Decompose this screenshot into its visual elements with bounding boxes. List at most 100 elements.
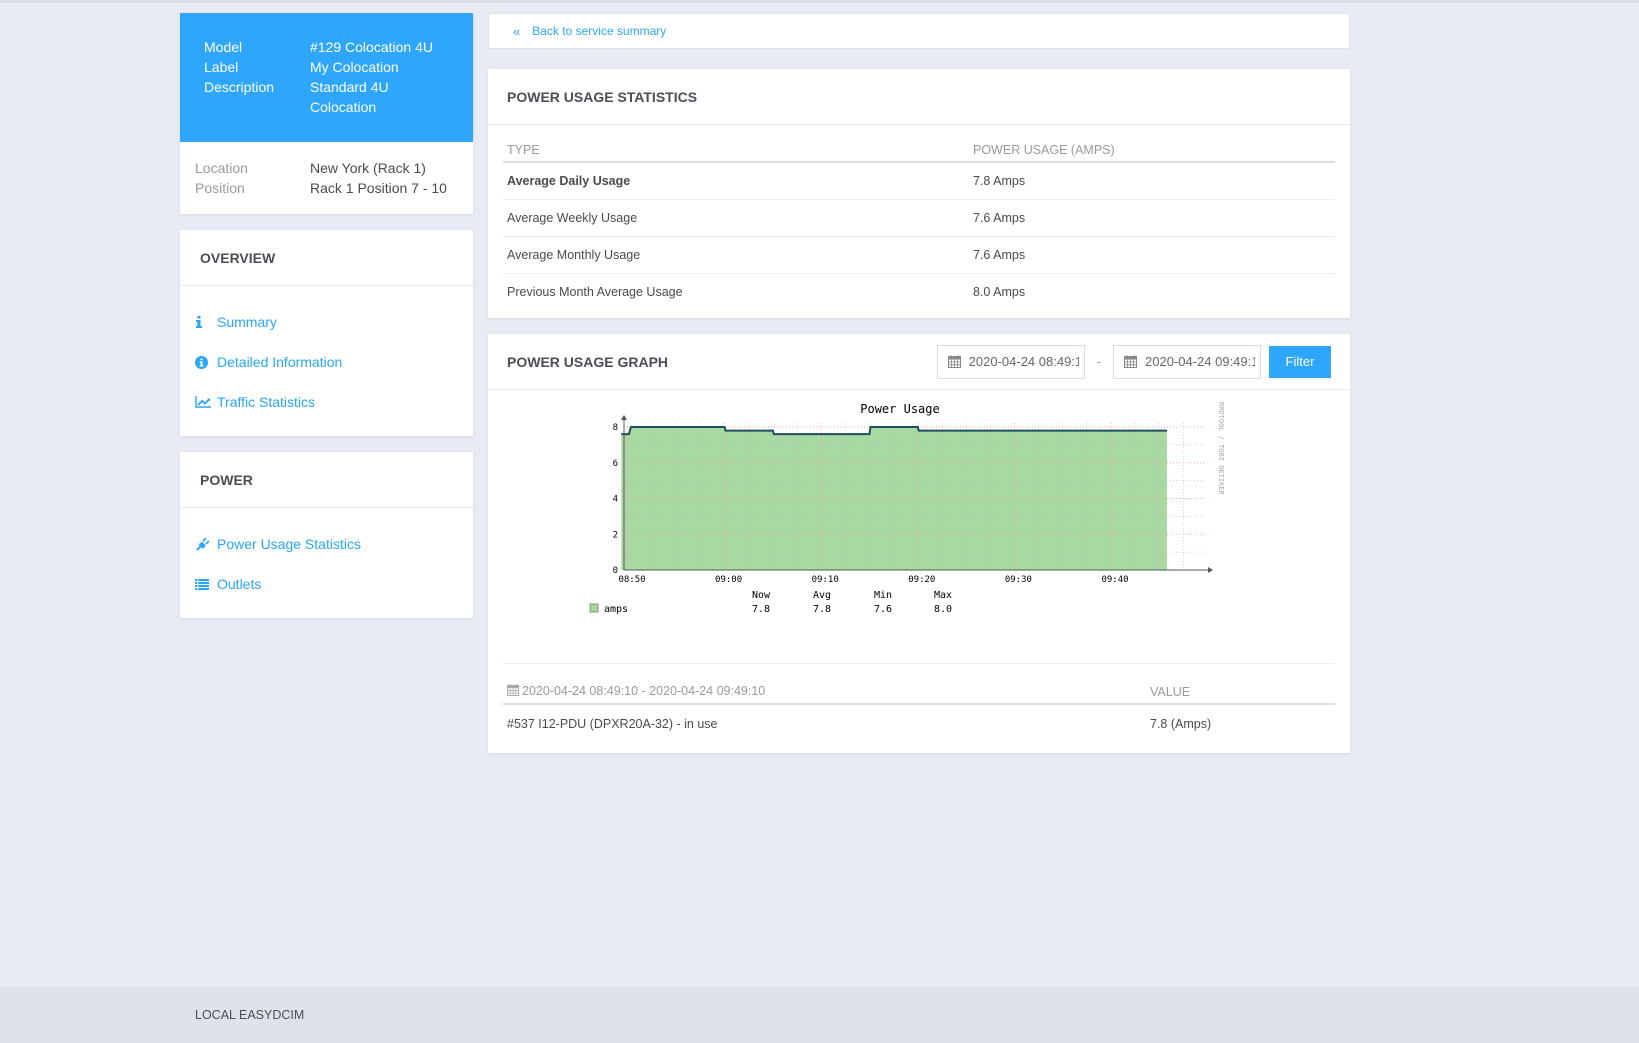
double-chevron-left-icon: « [513,23,521,39]
filter-button[interactable]: Filter [1269,345,1331,378]
overview-nav-card: OVERVIEW Summary Detailed Information Tr… [180,230,473,436]
panel-header: POWER USAGE GRAPH - Filter [488,334,1350,390]
pdu-value: 7.8 (Amps) [1150,717,1212,731]
line-chart-icon [195,396,217,408]
table-row: Previous Month Average Usage 8.0 Amps [503,274,1335,311]
field-label: Position [195,180,245,196]
power-usage-graph-panel: POWER USAGE GRAPH - Filter [488,334,1350,753]
date-filter: - Filter [936,344,1331,379]
power-title: POWER [180,452,473,508]
sidebar-item-detailed-information[interactable]: Detailed Information [195,342,458,382]
field-value: My Colocation [310,59,399,75]
table-row: #537 I12-PDU (DPXR20A-32) - in use 7.8 (… [503,704,1335,743]
panel-body: TYPE POWER USAGE (AMPS) Average Daily Us… [488,125,1350,318]
back-bar: « Back to service summary [488,13,1350,49]
sidebar-item-label: Summary [217,314,277,330]
table-header-row: 2020-04-24 08:49:10 - 2020-04-24 09:49:1… [503,678,1335,705]
sidebar-item-outlets[interactable]: Outlets [195,564,458,604]
y-tick-label: 2 [613,530,618,540]
x-tick-label: 09:00 [715,575,742,585]
field-value: Standard 4U Colocation [310,79,389,115]
pdu-name: #537 I12-PDU (DPXR20A-32) - in use [507,717,718,731]
info-icon [195,316,217,328]
calendar-icon [1124,355,1137,368]
left-column: Model #129 Colocation 4U Label My Coloca… [180,13,473,618]
service-location: Location New York (Rack 1) Position Rack… [180,142,473,214]
main-column: « Back to service summary POWER USAGE ST… [488,13,1350,753]
table-row: Average Monthly Usage 7.6 Amps [503,236,1335,274]
usage-type: Average Weekly Usage [503,199,969,237]
plug-icon [195,537,217,551]
x-tick-label: 09:40 [1101,575,1128,585]
sidebar-item-power-usage-statistics[interactable]: Power Usage Statistics [195,524,458,564]
column-header-range: 2020-04-24 08:49:10 - 2020-04-24 09:49:1… [503,678,1146,705]
legend-value-max: 8.0 [934,604,952,615]
panel-header: POWER USAGE STATISTICS [488,69,1350,125]
footer-label: LOCAL EASYDCIM [195,1008,305,1022]
sidebar-item-label: Power Usage Statistics [217,536,361,552]
x-tick-label: 09:30 [1005,575,1032,585]
sidebar-item-traffic-statistics[interactable]: Traffic Statistics [195,382,458,422]
calendar-icon [947,355,961,368]
x-tick-label: 09:20 [908,575,935,585]
legend-column-header: Now [752,590,771,601]
panel-title: POWER USAGE GRAPH [507,353,669,370]
date-from-input[interactable] [968,354,1079,369]
pdu-value-section: 2020-04-24 08:49:10 - 2020-04-24 09:49:1… [488,664,1350,753]
field-label: Location [195,160,248,176]
legend-column-header: Min [874,590,892,601]
service-info-card: Model #129 Colocation 4U Label My Coloca… [180,13,473,214]
list-icon [195,578,217,590]
table-header-row: TYPE POWER USAGE (AMPS) [503,137,1335,163]
pdu-value-table: 2020-04-24 08:49:10 - 2020-04-24 09:49:1… [503,678,1335,743]
calendar-icon [507,684,519,699]
power-usage-chart: Power Usage RRDTOOL / TOBI OETIKER 0 2 4 6 8 08… [503,390,1335,664]
y-tick-label: 8 [613,423,618,433]
table-row: Average Weekly Usage 7.6 Amps [503,199,1335,237]
footer: LOCAL EASYDCIM [0,986,1639,1043]
panel-title: POWER USAGE STATISTICS [507,88,698,105]
date-from-field[interactable] [936,344,1085,379]
column-header-type: TYPE [503,137,969,163]
info-circle-icon [195,355,217,369]
x-tick-label: 09:10 [812,575,839,585]
column-header-value: VALUE [1146,678,1335,705]
date-to-input[interactable] [1145,354,1255,369]
column-header-power-usage: POWER USAGE (AMPS) [969,137,1335,163]
field-value: New York (Rack 1) [310,160,426,176]
overview-title: OVERVIEW [180,230,473,286]
sidebar-item-summary[interactable]: Summary [195,302,458,342]
chart-watermark: RRDTOOL / TOBI OETIKER [1217,402,1225,496]
chart-title: Power Usage [860,402,939,416]
range-label: 2020-04-24 08:49:10 - 2020-04-24 09:49:1… [522,684,766,698]
y-tick-label: 0 [613,566,618,576]
field-value: Rack 1 Position 7 - 10 [310,180,447,196]
sidebar-item-label: Traffic Statistics [217,394,316,410]
chart-svg: Power Usage RRDTOOL / TOBI OETIKER 0 2 4 6 8 08… [589,402,1225,615]
date-to-field[interactable] [1113,344,1261,379]
sidebar-item-label: Outlets [217,576,262,592]
usage-value: 7.8 Amps [969,162,1335,200]
field-label: Label [204,59,239,75]
field-value: #129 Colocation 4U [310,39,433,55]
legend-value-min: 7.6 [874,604,892,615]
service-header: Model #129 Colocation 4U Label My Coloca… [180,13,473,142]
x-tick-label: 08:50 [618,575,645,585]
service-field-position: Position Rack 1 Position 7 - 10 [195,178,458,198]
power-usage-statistics-panel: POWER USAGE STATISTICS TYPE POWER USAGE … [488,69,1350,318]
legend-value-now: 7.8 [752,604,770,615]
legend-column-header: Avg [813,590,831,601]
usage-value: 7.6 Amps [969,199,1335,237]
power-nav-list: Power Usage Statistics Outlets [180,508,473,618]
usage-type: Average Monthly Usage [503,236,969,274]
overview-nav-list: Summary Detailed Information Traffic Sta… [180,286,473,436]
y-axis-arrow [621,415,627,420]
service-field-location: Location New York (Rack 1) [195,158,458,178]
date-separator: - [1096,354,1101,369]
field-label: Model [204,39,243,55]
field-label: Description [204,79,275,95]
legend-value-avg: 7.8 [813,604,831,615]
back-to-summary-link[interactable]: Back to service summary [532,24,666,38]
service-field-model: Model #129 Colocation 4U [204,37,449,57]
table-row: Average Daily Usage 7.8 Amps [503,162,1335,200]
